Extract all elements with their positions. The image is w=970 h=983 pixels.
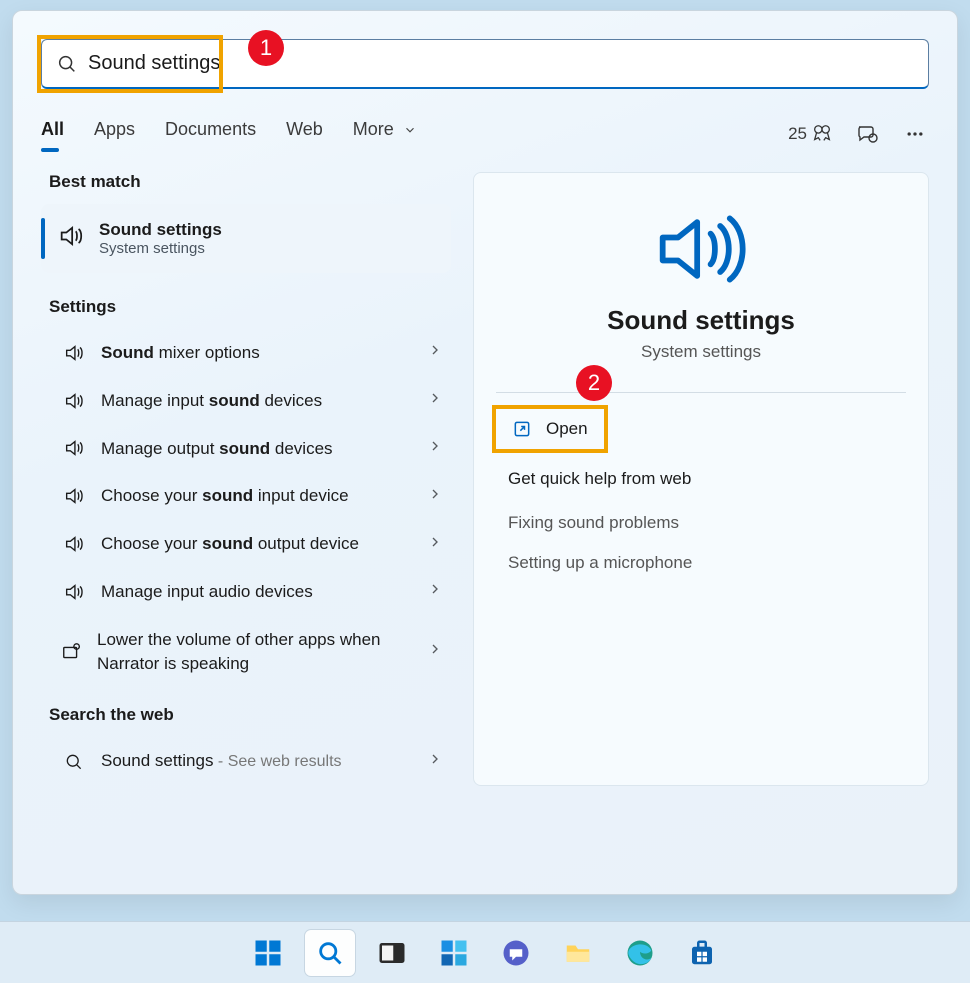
settings-result-item[interactable]: Choose your sound input device — [41, 472, 451, 520]
start-button[interactable] — [243, 930, 293, 976]
tab-documents[interactable]: Documents — [165, 119, 256, 148]
settings-result-item[interactable]: Manage output sound devices — [41, 425, 451, 473]
speaker-large-icon — [496, 209, 906, 289]
web-result-label: Sound settings - See web results — [101, 749, 427, 773]
detail-pane: Sound settings System settings 2 Open Ge… — [473, 172, 929, 786]
settings-result-item[interactable]: Manage input sound devices — [41, 377, 451, 425]
tab-web[interactable]: Web — [286, 119, 323, 148]
chevron-right-icon — [427, 390, 443, 411]
file-explorer-button[interactable] — [553, 930, 603, 976]
store-button[interactable] — [677, 930, 727, 976]
tab-apps[interactable]: Apps — [94, 119, 135, 148]
more-options-icon[interactable] — [901, 120, 929, 148]
best-match-subtitle: System settings — [99, 240, 222, 257]
speaker-icon — [57, 222, 85, 255]
result-label: Choose your sound input device — [101, 484, 427, 508]
search-panel: 1 All Apps Documents Web More 25 — [12, 10, 958, 895]
chat-icon[interactable] — [853, 120, 881, 148]
search-bar: 1 — [41, 39, 929, 89]
settings-result-item[interactable]: Choose your sound output device — [41, 520, 451, 568]
section-web: Search the web — [49, 705, 451, 725]
search-icon — [61, 752, 87, 772]
chevron-right-icon — [427, 486, 443, 507]
rewards-count: 25 — [788, 124, 807, 144]
settings-result-item[interactable]: Sound mixer options — [41, 329, 451, 377]
speaker-icon — [61, 533, 87, 555]
search-icon — [56, 53, 78, 75]
web-result-item[interactable]: Sound settings - See web results — [41, 737, 451, 785]
section-settings: Settings — [49, 297, 451, 317]
speaker-icon — [61, 581, 87, 603]
chevron-right-icon — [427, 342, 443, 363]
speaker-icon — [61, 342, 87, 364]
open-action[interactable]: Open — [500, 411, 600, 447]
open-label: Open — [546, 419, 588, 439]
chevron-right-icon — [427, 581, 443, 602]
result-label: Manage input audio devices — [101, 580, 427, 604]
result-label: Manage input sound devices — [101, 389, 427, 413]
settings-result-item[interactable]: Manage input audio devices — [41, 568, 451, 616]
filter-tabs: All Apps Documents Web More 25 — [41, 119, 929, 148]
speaker-icon — [61, 437, 87, 459]
annotation-highlight-2: Open — [500, 411, 600, 447]
result-label: Lower the volume of other apps when Narr… — [97, 628, 427, 676]
result-label: Sound mixer options — [101, 341, 427, 365]
settings-result-item[interactable]: Lower the volume of other apps when Narr… — [41, 616, 451, 688]
medal-icon — [811, 123, 833, 145]
best-match-item[interactable]: Sound settings System settings — [41, 204, 451, 273]
best-match-title: Sound settings — [99, 220, 222, 240]
chevron-right-icon — [427, 438, 443, 459]
section-best-match: Best match — [49, 172, 451, 192]
help-section-title: Get quick help from web — [508, 469, 906, 489]
chat-button[interactable] — [491, 930, 541, 976]
divider — [496, 392, 906, 393]
annotation-callout-2: 2 — [576, 365, 612, 401]
tab-more-label: More — [353, 119, 394, 139]
chevron-right-icon — [427, 641, 443, 662]
tab-more[interactable]: More — [353, 119, 417, 148]
results-list: Best match Sound settings System setting… — [41, 172, 451, 786]
widgets-button[interactable] — [429, 930, 479, 976]
chevron-down-icon — [403, 123, 417, 137]
help-link-fixing-sound[interactable]: Fixing sound problems — [496, 503, 906, 543]
tab-all[interactable]: All — [41, 119, 64, 148]
taskbar-search-button[interactable] — [305, 930, 355, 976]
chevron-right-icon — [427, 534, 443, 555]
edge-button[interactable] — [615, 930, 665, 976]
speaker-icon — [61, 485, 87, 507]
detail-subtitle: System settings — [496, 342, 906, 362]
narrator-icon — [61, 641, 83, 663]
result-label: Choose your sound output device — [101, 532, 427, 556]
open-external-icon — [512, 419, 532, 439]
help-link-setup-microphone[interactable]: Setting up a microphone — [496, 543, 906, 583]
chevron-right-icon — [427, 751, 443, 772]
result-label: Manage output sound devices — [101, 437, 427, 461]
speaker-icon — [61, 390, 87, 412]
task-view-button[interactable] — [367, 930, 417, 976]
annotation-callout-1: 1 — [248, 30, 284, 66]
taskbar — [0, 921, 970, 983]
rewards-points[interactable]: 25 — [788, 123, 833, 145]
detail-title: Sound settings — [496, 305, 906, 336]
